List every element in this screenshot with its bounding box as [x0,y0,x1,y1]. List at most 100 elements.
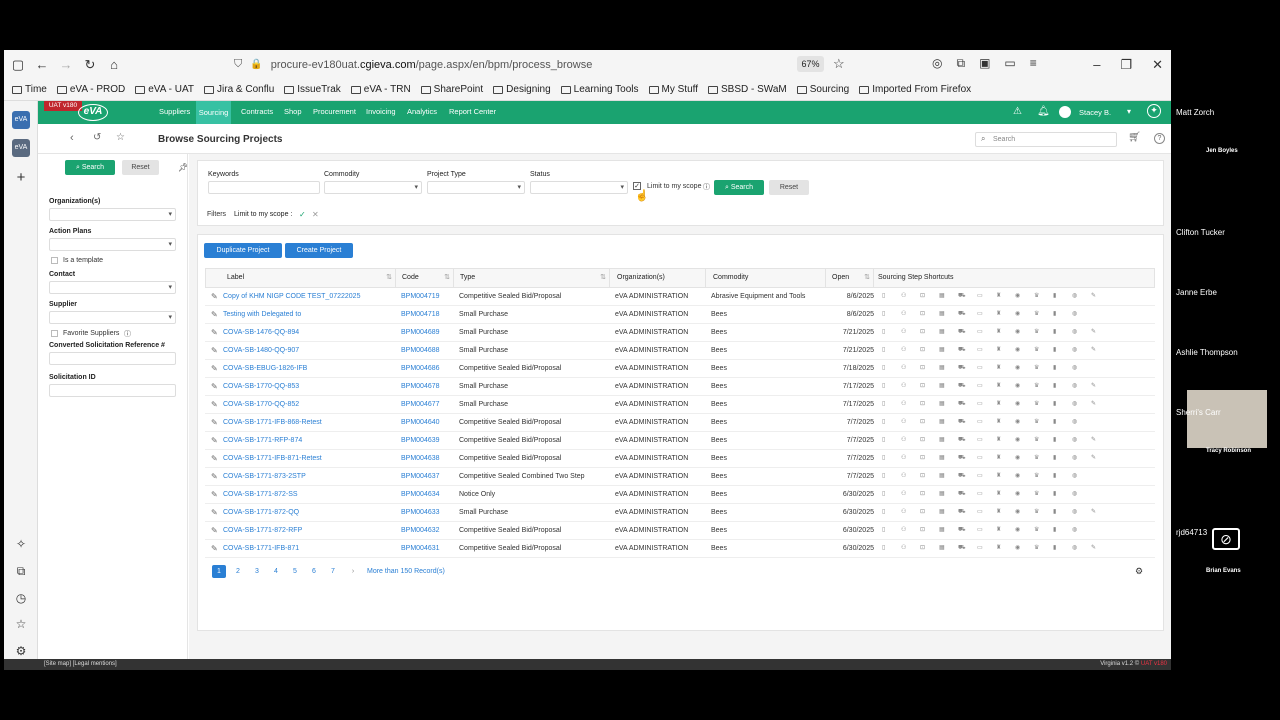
edit-pencil-icon[interactable]: ✎ [211,364,218,373]
sourcing-step-shortcut-icon[interactable]: ♜ [996,509,1003,516]
favorite-suppliers-checkbox[interactable] [51,330,58,337]
cell-label[interactable]: COVA-SB-1771-IFB-871 [223,545,299,552]
cell-code[interactable]: BPM004640 [401,419,440,426]
sourcing-step-shortcut-icon[interactable]: ◉ [1015,473,1022,480]
copilot-icon[interactable]: ✧ [12,537,30,555]
footer-links[interactable]: [Site map] [Legal mentions] [44,659,117,670]
column-header-organizations[interactable]: Organization(s) [610,268,706,288]
nav-procurement[interactable]: Procurement [313,107,356,116]
sourcing-step-shortcut-icon[interactable]: ⊡ [920,527,927,534]
sidebar-toggle-icon[interactable]: ▢ [8,55,28,75]
sourcing-step-shortcut-icon[interactable]: ⊡ [920,509,927,516]
sourcing-step-shortcut-icon[interactable]: ◍ [1072,545,1079,552]
sourcing-step-shortcut-icon[interactable]: ⚇ [901,401,908,408]
page-7[interactable]: 7 [326,565,340,578]
cell-code[interactable]: BPM004719 [401,293,440,300]
sourcing-step-shortcut-icon[interactable]: ▦ [939,311,946,318]
cell-code[interactable]: BPM004637 [401,473,440,480]
avatar[interactable] [1059,106,1071,118]
sourcing-step-shortcut-icon[interactable]: ⚇ [901,473,908,480]
sourcing-step-shortcut-icon[interactable]: ⊡ [920,473,927,480]
sort-icon[interactable]: ⇅ [444,268,450,288]
sourcing-step-shortcut-icon[interactable]: ▯ [882,491,889,498]
sourcing-step-shortcut-icon[interactable]: ▭ [977,527,984,534]
sourcing-step-shortcut-icon[interactable]: ◍ [1072,383,1079,390]
nav-analytics[interactable]: Analytics [407,107,437,116]
sourcing-step-shortcut-icon[interactable]: ▭ [977,293,984,300]
sourcing-step-shortcut-icon[interactable]: ▭ [977,473,984,480]
table-settings-icon[interactable]: ⚙ [1135,566,1143,577]
sourcing-step-shortcut-icon[interactable]: ✎ [1091,329,1098,336]
eva-logo[interactable]: eVA [78,104,108,121]
edit-pencil-icon[interactable]: ✎ [211,400,218,409]
sourcing-step-shortcut-icon[interactable]: ⚇ [901,545,908,552]
sourcing-step-shortcut-icon[interactable]: ▯ [882,347,889,354]
sourcing-step-shortcut-icon[interactable]: ♛ [1034,509,1041,516]
sourcing-step-shortcut-icon[interactable]: ◉ [1015,401,1022,408]
sourcing-step-shortcut-icon[interactable]: ⚇ [901,455,908,462]
sourcing-step-shortcut-icon[interactable]: ◉ [1015,365,1022,372]
bookmark-item[interactable]: Jira & Conflu [204,84,274,95]
sourcing-step-shortcut-icon[interactable]: ▭ [977,311,984,318]
sourcing-step-shortcut-icon[interactable]: ▯ [882,419,889,426]
bookmark-item[interactable]: eVA - UAT [135,84,194,95]
sourcing-step-shortcut-icon[interactable]: ◉ [1015,419,1022,426]
sourcing-step-shortcut-icon[interactable]: ✎ [1091,401,1098,408]
sourcing-step-shortcut-icon[interactable]: ▦ [939,401,946,408]
sourcing-step-shortcut-icon[interactable]: ▮ [1053,293,1060,300]
sourcing-step-shortcut-icon[interactable]: ⊡ [920,365,927,372]
sourcing-step-shortcut-icon[interactable]: ◍ [1072,365,1079,372]
sourcing-step-shortcut-icon[interactable]: ◉ [1015,437,1022,444]
sourcing-step-shortcut-icon[interactable]: ⊡ [920,293,927,300]
page-5[interactable]: 5 [288,565,302,578]
status-select[interactable] [530,181,628,194]
sourcing-step-shortcut-icon[interactable]: ♜ [996,455,1003,462]
sourcing-step-shortcut-icon[interactable]: ▦ [939,545,946,552]
cell-label[interactable]: COVA-SB-EBUG-1826-IFB [223,365,307,372]
cell-label[interactable]: COVA-SB-1770-QQ-852 [223,401,299,408]
table-row[interactable]: ✎ COVA-SB-1770-QQ-853 BPM004678 Small Purch… [205,378,1155,396]
sourcing-step-shortcut-icon[interactable]: ▯ [882,473,889,480]
bookmark-star-icon[interactable]: ☆ [833,56,845,72]
sourcing-step-shortcut-icon[interactable]: ▮ [1053,419,1060,426]
cell-code[interactable]: BPM004633 [401,509,440,516]
sourcing-step-shortcut-icon[interactable]: ♛ [1034,329,1041,336]
nav-report-center[interactable]: Report Center [449,107,496,116]
bookmark-item[interactable]: SharePoint [420,84,483,95]
screenshot-icon[interactable]: ⧉ [12,564,30,582]
table-row[interactable]: ✎ COVA-SB-1771-872-SS BPM004634 Notice Only… [205,486,1155,504]
sourcing-step-shortcut-icon[interactable]: ▦ [939,419,946,426]
sourcing-step-shortcut-icon[interactable]: ▭ [977,401,984,408]
sourcing-step-shortcut-icon[interactable]: ◉ [1015,311,1022,318]
nav-invoicing[interactable]: Invoicing [366,107,396,116]
address-bar[interactable]: ⛉ 🔒 procure-ev180uat. cgieva.com/page.asp… [234,54,829,75]
cell-code[interactable]: BPM004634 [401,491,440,498]
help-icon[interactable]: ? [1154,133,1165,144]
supplier-select[interactable] [49,311,176,324]
page-2[interactable]: 2 [231,565,245,578]
sourcing-step-shortcut-icon[interactable]: ⚇ [901,437,908,444]
info-icon[interactable]: ⓘ [124,329,131,339]
edit-pencil-icon[interactable]: ✎ [211,310,218,319]
sourcing-step-shortcut-icon[interactable]: ⛟ [958,383,966,390]
bookmark-item[interactable]: Imported From Firefox [859,84,971,95]
edit-pencil-icon[interactable]: ✎ [211,418,218,427]
sourcing-step-shortcut-icon[interactable]: ▭ [977,383,984,390]
cell-label[interactable]: COVA-SB-1771-872-QQ [223,509,299,516]
cell-label[interactable]: COVA-SB-1476-QQ-894 [223,329,299,336]
sourcing-step-shortcut-icon[interactable]: ◉ [1015,545,1022,552]
pin-icon[interactable]: 📌︎ [178,163,188,172]
bookmark-item[interactable]: eVA - PROD [56,84,125,95]
reload-icon[interactable]: ↻ [80,55,100,75]
sourcing-step-shortcut-icon[interactable]: ✎ [1091,545,1098,552]
cell-label[interactable]: COVA-SB-1771-872-SS [223,491,298,498]
sourcing-step-shortcut-icon[interactable]: ▮ [1053,473,1060,480]
table-row[interactable]: ✎ COVA-SB-1480-QQ-907 BPM004688 Small Purch… [205,342,1155,360]
column-header-code[interactable]: Code ⇅ [396,268,454,288]
sourcing-step-shortcut-icon[interactable]: ▯ [882,329,889,336]
bell-icon[interactable]: 🔔︎ [1037,106,1050,117]
table-row[interactable]: ✎ COVA-SB-1771-RFP-874 BPM004639 Competitiv… [205,432,1155,450]
sourcing-step-shortcut-icon[interactable]: ⛟ [958,329,966,336]
cell-code[interactable]: BPM004639 [401,437,440,444]
sourcing-step-shortcut-icon[interactable]: ♛ [1034,311,1041,318]
